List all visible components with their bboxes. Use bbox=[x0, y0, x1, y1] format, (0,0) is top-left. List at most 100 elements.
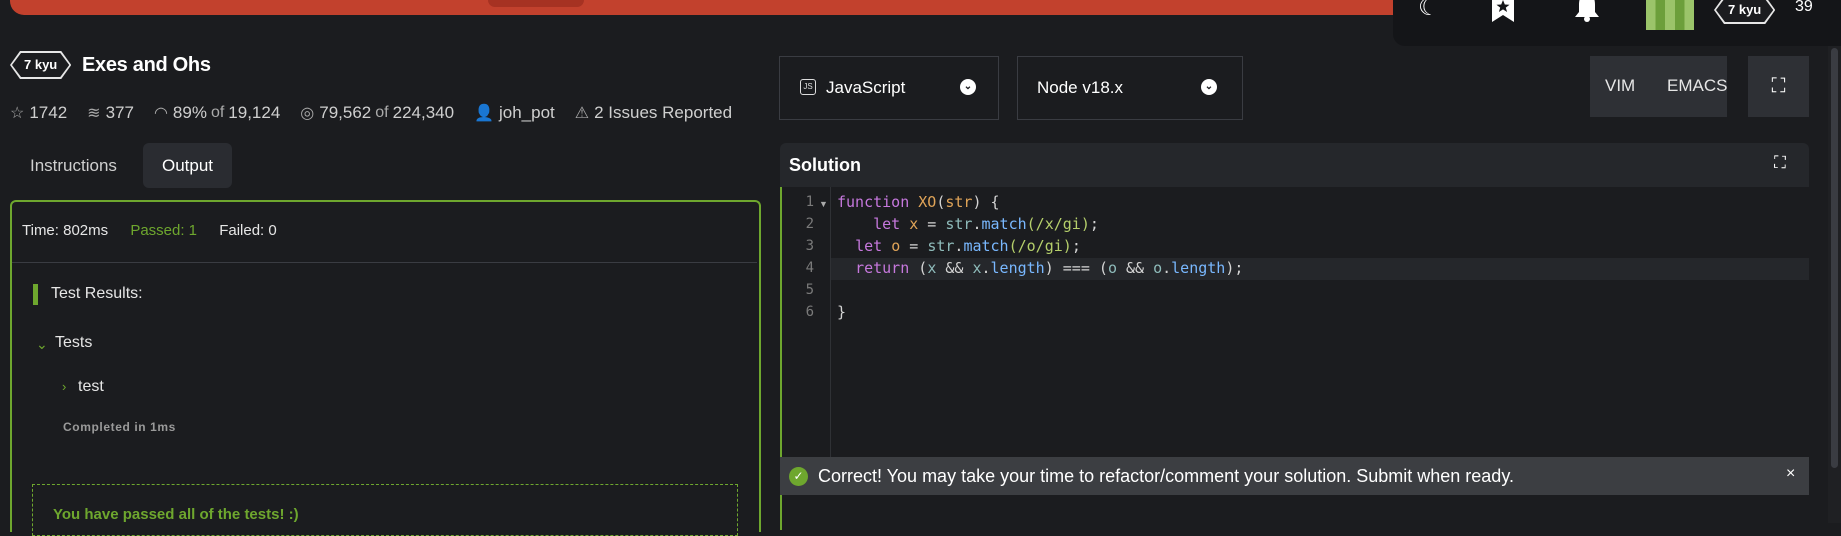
code-token: match bbox=[981, 215, 1027, 233]
time-label: Time: 802ms bbox=[22, 222, 109, 239]
moon-icon[interactable]: ☾ bbox=[1418, 0, 1440, 20]
stars-stat[interactable]: ☆ 1742 bbox=[10, 103, 67, 123]
results-marker bbox=[33, 284, 38, 305]
line-number: 4 bbox=[805, 260, 814, 276]
emacs-button[interactable]: EMACS bbox=[1667, 76, 1727, 96]
line-number: 6 bbox=[805, 304, 814, 320]
avatar[interactable] bbox=[1646, 0, 1694, 30]
attempts-count: 224,340 bbox=[392, 103, 455, 122]
bell-icon[interactable] bbox=[1575, 0, 1599, 27]
code-line-6[interactable]: } bbox=[837, 303, 846, 321]
completions-stat: ◎ 79,562 of 224,340 bbox=[300, 103, 454, 123]
chevron-right-icon[interactable]: › bbox=[62, 379, 66, 394]
kata-stats: ☆ 1742 ≋ 377 ◠ 89% of 19,124 ◎ 79,562 of 224,340… bbox=[10, 103, 752, 123]
collections-stat[interactable]: ≋ 377 bbox=[87, 103, 134, 123]
scrollbar-thumb[interactable] bbox=[1831, 48, 1838, 468]
code-token: o bbox=[891, 237, 901, 255]
code-token: o bbox=[1153, 259, 1163, 277]
tab-output[interactable]: Output bbox=[143, 143, 233, 188]
announcement-banner[interactable] bbox=[10, 0, 1410, 15]
bookmark-star-icon[interactable] bbox=[1492, 0, 1514, 27]
line-number: 1 bbox=[805, 194, 814, 210]
code-token: ( bbox=[909, 259, 928, 277]
chevron-down-icon: ⌄ bbox=[1201, 79, 1217, 95]
test-group-tests[interactable]: Tests bbox=[55, 334, 92, 352]
line-number: 2 bbox=[805, 216, 814, 232]
stars-count: 1742 bbox=[29, 103, 68, 122]
expand-icon[interactable]: ⛶ bbox=[1774, 153, 1786, 173]
user-rank-badge: 7 kyu bbox=[1714, 0, 1775, 24]
user-icon: 👤 bbox=[474, 105, 494, 122]
runtime-select[interactable]: Node v18.x ⌄ bbox=[1017, 56, 1243, 120]
author-stat[interactable]: 👤 joh_pot bbox=[474, 103, 555, 123]
of-label: of bbox=[375, 104, 389, 121]
kata-rank-badge: 7 kyu bbox=[10, 51, 71, 79]
code-token: && bbox=[936, 259, 973, 277]
check-circle-icon: ✓ bbox=[789, 467, 808, 486]
code-line-2[interactable]: let x = str.match(/x/gi); bbox=[837, 215, 1099, 233]
results-title: Test Results: bbox=[51, 285, 143, 302]
code-token: x bbox=[909, 215, 919, 233]
test-item[interactable]: test bbox=[78, 378, 104, 396]
issues-stat[interactable]: ⚠ 2 Issues Reported bbox=[575, 103, 732, 123]
votes-count: 19,124 bbox=[228, 103, 281, 122]
code-line-1[interactable]: function XO(str) { bbox=[837, 193, 1000, 211]
code-token: = bbox=[900, 237, 928, 255]
language-select[interactable]: JS JavaScript ⌄ bbox=[779, 56, 999, 120]
code-line-3[interactable]: let o = str.match(/o/gi); bbox=[837, 237, 1081, 255]
banner-button[interactable] bbox=[488, 0, 584, 7]
code-token: let bbox=[855, 237, 883, 255]
code-token: str bbox=[927, 237, 955, 255]
satisfaction-percent: 89% bbox=[172, 103, 207, 122]
author-name[interactable]: joh_pot bbox=[499, 103, 555, 123]
vim-button[interactable]: VIM bbox=[1605, 76, 1635, 96]
solution-title: Solution bbox=[789, 155, 861, 175]
of-label: of bbox=[210, 104, 225, 121]
code-token: (/o/gi) bbox=[1008, 237, 1072, 255]
chevron-down-icon[interactable]: ⌄ bbox=[36, 336, 48, 353]
fullscreen-button[interactable]: ⛶ bbox=[1748, 56, 1809, 117]
code-token: . bbox=[1162, 259, 1172, 277]
target-icon: ◎ bbox=[300, 105, 315, 122]
code-token: str bbox=[945, 215, 973, 233]
code-token: x bbox=[972, 259, 982, 277]
issues-link[interactable]: 2 Issues Reported bbox=[594, 103, 732, 123]
layers-icon: ≋ bbox=[87, 105, 101, 122]
language-label: JavaScript bbox=[826, 78, 906, 97]
tab-instructions[interactable]: Instructions bbox=[11, 143, 136, 188]
chevron-down-icon: ⌄ bbox=[960, 79, 976, 95]
passed-message: You have passed all of the tests! :) bbox=[53, 506, 299, 523]
code-token: function bbox=[837, 193, 910, 211]
passed-count: Passed: 1 bbox=[130, 222, 198, 239]
divider bbox=[12, 262, 757, 263]
warning-icon: ⚠ bbox=[574, 105, 590, 122]
code-line-4[interactable]: return (x && x.length) === (o && o.lengt… bbox=[837, 259, 1243, 277]
collections-count: 377 bbox=[105, 103, 134, 122]
code-token: return bbox=[855, 259, 910, 277]
code-token: o bbox=[1107, 259, 1117, 277]
code-token: && bbox=[1116, 259, 1154, 277]
code-token: length bbox=[1171, 259, 1226, 277]
line-number: 5 bbox=[805, 282, 814, 298]
star-icon: ☆ bbox=[10, 105, 25, 122]
code-token: length bbox=[990, 259, 1045, 277]
satisfaction-stat: ◠ 89% of 19,124 bbox=[154, 103, 280, 123]
gauge-icon: ◠ bbox=[153, 105, 168, 122]
fold-arrow-icon[interactable]: ▼ bbox=[819, 199, 828, 209]
expand-icon: ⛶ bbox=[1771, 75, 1786, 97]
code-token: ) === ( bbox=[1044, 259, 1108, 277]
code-token: x bbox=[927, 259, 937, 277]
code-token: . bbox=[972, 215, 982, 233]
javascript-icon: JS bbox=[800, 79, 816, 95]
notification-message: Correct! You may take your time to refac… bbox=[818, 466, 1514, 486]
close-icon[interactable]: × bbox=[1786, 465, 1795, 483]
runtime-label: Node v18.x bbox=[1037, 78, 1123, 97]
code-token: (/x/gi) bbox=[1026, 215, 1090, 233]
code-token: XO bbox=[918, 193, 937, 211]
code-token: . bbox=[981, 259, 991, 277]
test-summary: Time: 802ms Passed: 1 Failed: 0 bbox=[22, 222, 295, 239]
line-number: 3 bbox=[805, 238, 814, 254]
code-token: str bbox=[945, 193, 973, 211]
output-panel bbox=[10, 200, 761, 532]
completed-time: Completed in 1ms bbox=[63, 420, 176, 434]
